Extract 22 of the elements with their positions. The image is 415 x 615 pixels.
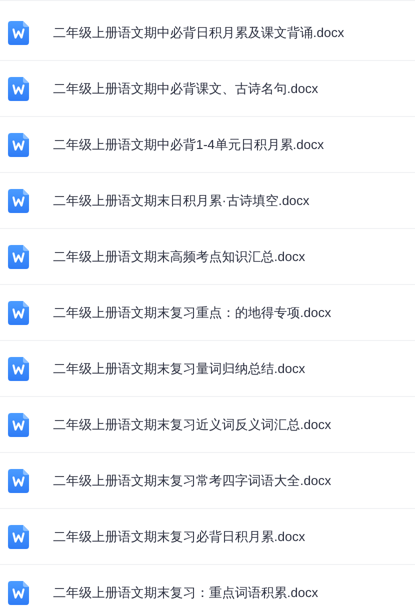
file-name[interactable]: 二年级上册语文期末日积月累·古诗填空.docx <box>53 190 310 210</box>
file-name[interactable]: 二年级上册语文期末复习重点：的地得专项.docx <box>53 302 332 322</box>
file-name[interactable]: 二年级上册语文期中必背日积月累及课文背诵.docx <box>53 22 344 42</box>
file-name[interactable]: 二年级上册语文期末复习近义词反义词汇总.docx <box>53 414 332 434</box>
word-document-icon <box>8 244 29 268</box>
word-document-icon <box>8 188 29 212</box>
word-document-icon <box>8 132 29 156</box>
word-document-icon <box>8 76 29 100</box>
word-document-icon <box>8 356 29 380</box>
word-document-icon <box>8 524 29 548</box>
file-name[interactable]: 二年级上册语文期末复习：重点词语积累.docx <box>53 582 318 602</box>
file-name[interactable]: 二年级上册语文期中必背1-4单元日积月累.docx <box>53 134 324 154</box>
word-document-icon <box>8 20 29 44</box>
file-name[interactable]: 二年级上册语文期末复习必背日积月累.docx <box>53 526 306 546</box>
word-document-icon <box>8 468 29 492</box>
file-name[interactable]: 二年级上册语文期中必背课文、古诗名句.docx <box>53 78 318 98</box>
file-name[interactable]: 二年级上册语文期末复习常考四字词语大全.docx <box>53 470 332 490</box>
word-document-icon <box>8 300 29 324</box>
file-name[interactable]: 二年级上册语文期末高频考点知识汇总.docx <box>53 246 306 266</box>
word-document-icon <box>8 412 29 436</box>
word-document-icon <box>8 580 29 604</box>
file-name[interactable]: 二年级上册语文期末复习量词归纳总结.docx <box>53 358 306 378</box>
